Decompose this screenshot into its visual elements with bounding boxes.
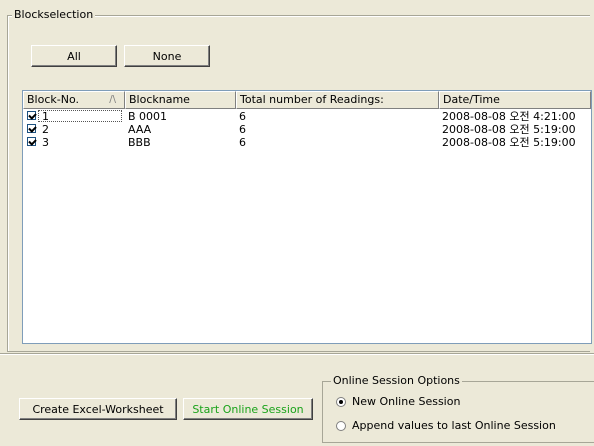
row-checkbox[interactable] bbox=[27, 111, 36, 120]
row-checkbox[interactable] bbox=[27, 124, 36, 133]
row-checkbox[interactable] bbox=[27, 137, 36, 146]
cell-datetime: 2008-08-08 오전 4:21:00 bbox=[442, 110, 576, 123]
cell-datetime: 2008-08-08 오전 5:19:00 bbox=[442, 136, 576, 149]
select-none-button[interactable]: None bbox=[124, 45, 210, 67]
list-header: Block-No. /\ Blockname Total number of R… bbox=[23, 91, 593, 109]
column-header-total-readings[interactable]: Total number of Readings: bbox=[236, 91, 439, 109]
cell-datetime: 2008-08-08 오전 5:19:00 bbox=[442, 123, 576, 136]
online-session-options-group bbox=[322, 381, 594, 443]
cell-readings: 6 bbox=[239, 110, 246, 123]
cell-block-no: 3 bbox=[42, 136, 49, 149]
cell-blockname: BBB bbox=[128, 136, 151, 149]
column-header-date-time[interactable]: Date/Time bbox=[439, 91, 591, 109]
row-focus-rect bbox=[38, 110, 122, 122]
column-header-blockname[interactable]: Blockname bbox=[125, 91, 236, 109]
cell-blockname: B 0001 bbox=[128, 110, 168, 123]
create-excel-worksheet-button[interactable]: Create Excel-Worksheet bbox=[19, 398, 177, 420]
table-row[interactable]: 3 BBB 6 2008-08-08 오전 5:19:00 bbox=[23, 136, 593, 149]
sort-ascending-icon: /\ bbox=[109, 94, 116, 105]
divider bbox=[0, 353, 594, 354]
start-online-session-button[interactable]: Start Online Session bbox=[183, 398, 313, 420]
cell-block-no: 2 bbox=[42, 123, 49, 136]
cell-readings: 6 bbox=[239, 136, 246, 149]
radio-append-values-label[interactable]: Append values to last Online Session bbox=[352, 419, 556, 432]
block-list[interactable]: Block-No. /\ Blockname Total number of R… bbox=[22, 90, 592, 344]
cell-blockname: AAA bbox=[128, 123, 152, 136]
table-row[interactable]: 1 B 0001 6 2008-08-08 오전 4:21:00 bbox=[23, 110, 593, 123]
table-row[interactable]: 2 AAA 6 2008-08-08 오전 5:19:00 bbox=[23, 123, 593, 136]
radio-new-online-session-label[interactable]: New Online Session bbox=[352, 395, 460, 408]
select-all-button[interactable]: All bbox=[31, 45, 117, 67]
radio-append-values[interactable] bbox=[336, 421, 346, 431]
online-session-options-title: Online Session Options bbox=[331, 374, 462, 387]
cell-readings: 6 bbox=[239, 123, 246, 136]
blockselection-title: Blockselection bbox=[12, 8, 96, 21]
column-header-block-no[interactable]: Block-No. /\ bbox=[23, 91, 125, 109]
radio-new-online-session[interactable] bbox=[336, 397, 346, 407]
cell-block-no: 1 bbox=[42, 110, 49, 123]
column-header-label: Block-No. bbox=[27, 93, 79, 106]
